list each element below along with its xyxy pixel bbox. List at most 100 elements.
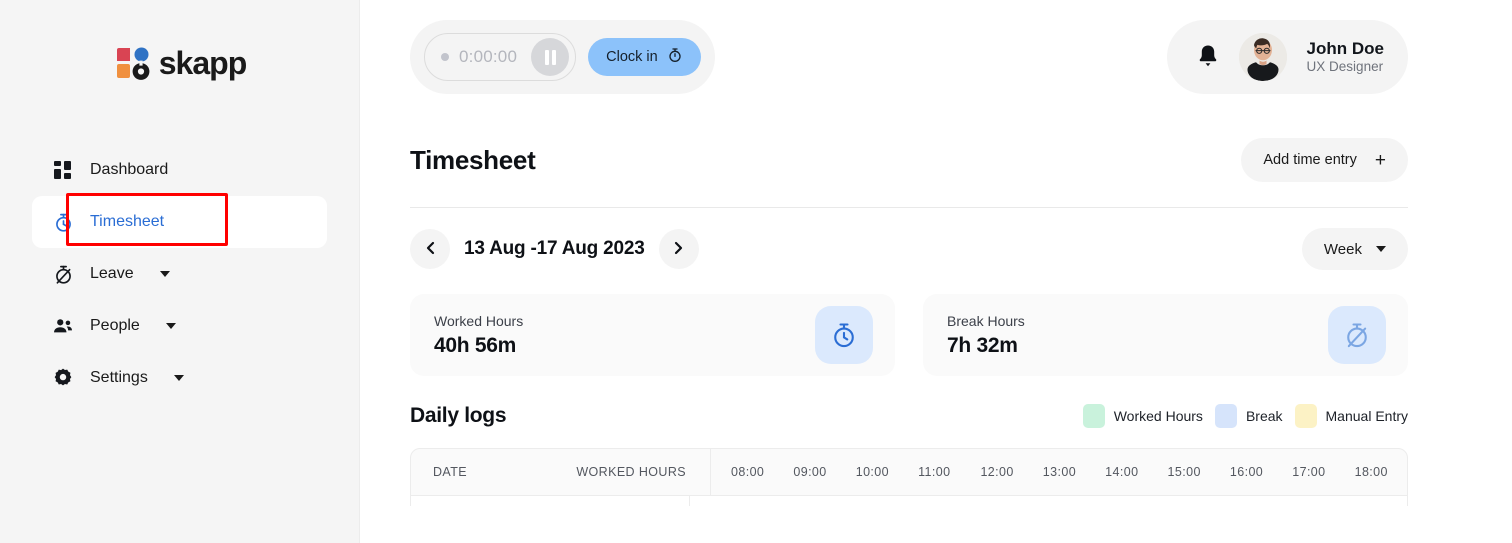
profile-text: John Doe UX Designer xyxy=(1307,38,1384,76)
chevron-down-icon[interactable] xyxy=(173,375,184,381)
sidebar-nav: Dashboard Timesheet Leave People Setting… xyxy=(0,144,359,404)
pause-icon xyxy=(544,49,549,65)
date-range-label: 13 Aug -17 Aug 2023 xyxy=(464,238,645,259)
chevron-down-icon[interactable] xyxy=(165,323,176,329)
grid-icon xyxy=(52,159,74,181)
stat-value: 7h 32m xyxy=(947,333,1018,357)
summary-cards: Worked Hours 40h 56m Break Hours 7h 32m xyxy=(360,294,1512,376)
app-root: skapp Dashboard Timesheet Leave People S… xyxy=(0,0,1512,543)
time-header: 10:00 xyxy=(855,465,889,479)
timer-value: 0:00:00 xyxy=(459,47,518,66)
legend-item-worked-hours: Worked Hours xyxy=(1082,404,1203,428)
brand-logo[interactable]: skapp xyxy=(0,0,359,82)
header-divider xyxy=(410,207,1408,208)
daily-logs-title: Daily logs xyxy=(410,404,507,427)
idle-dot-icon xyxy=(441,53,449,61)
clock-in-label: Clock in xyxy=(606,49,658,65)
clock-in-button[interactable]: Clock in xyxy=(588,38,701,76)
clock-in-widget: 0:00:00 Clock in xyxy=(410,20,715,94)
legend-swatch xyxy=(1294,404,1317,428)
sidebar-item-timesheet[interactable]: Timesheet xyxy=(32,196,327,248)
profile-widget: John Doe UX Designer xyxy=(1166,20,1408,94)
page-header: Timesheet Add time entry + xyxy=(360,138,1512,182)
time-header: 13:00 xyxy=(1042,465,1077,479)
pause-icon xyxy=(551,49,556,65)
sidebar-item-label: Settings xyxy=(90,369,148,386)
chevron-right-icon xyxy=(672,240,685,259)
sidebar: skapp Dashboard Timesheet Leave People S… xyxy=(0,0,360,543)
stat-label: Break Hours xyxy=(947,312,1025,329)
skapp-logo-icon xyxy=(113,44,151,82)
legend-item-break: Break xyxy=(1214,404,1283,428)
time-header: 17:00 xyxy=(1292,465,1326,479)
time-header: 12:00 xyxy=(980,465,1014,479)
table-body xyxy=(410,496,1408,506)
chevron-down-icon xyxy=(1376,246,1386,252)
period-select[interactable]: Week xyxy=(1301,228,1408,270)
main-content: 0:00:00 Clock in John Doe UX Designer Ti… xyxy=(360,0,1512,543)
period-select-value: Week xyxy=(1323,240,1362,258)
table-header-row: DATE WORKED HOURS 08:00 09:00 10:00 11:0… xyxy=(410,448,1408,496)
chevron-left-icon xyxy=(424,240,437,259)
sidebar-item-leave[interactable]: Leave xyxy=(32,248,327,300)
column-header-date: DATE xyxy=(433,465,468,479)
time-header: 14:00 xyxy=(1105,465,1139,479)
time-header: 16:00 xyxy=(1229,465,1264,479)
sidebar-item-settings[interactable]: Settings xyxy=(32,352,327,404)
sidebar-item-label: Leave xyxy=(90,265,134,282)
time-header: 18:00 xyxy=(1354,465,1388,479)
add-time-entry-button[interactable]: Add time entry + xyxy=(1241,138,1408,182)
stat-label: Worked Hours xyxy=(434,312,524,329)
page-title: Timesheet xyxy=(410,144,536,175)
date-navigation: 13 Aug -17 Aug 2023 Week xyxy=(360,228,1512,270)
legend-swatch xyxy=(1082,404,1105,428)
daily-logs-header: Daily logs Worked Hours Break Manual Ent… xyxy=(360,404,1512,428)
timer-display: 0:00:00 xyxy=(424,33,577,81)
worked-hours-text: Worked Hours 40h 56m xyxy=(434,313,523,358)
next-week-button[interactable] xyxy=(658,229,699,269)
worked-hours-card: Worked Hours 40h 56m xyxy=(410,294,895,376)
time-header: 11:00 xyxy=(918,465,951,479)
legend: Worked Hours Break Manual Entry xyxy=(1082,404,1408,428)
sidebar-item-dashboard[interactable]: Dashboard xyxy=(32,144,327,196)
stopwatch-icon xyxy=(667,47,683,67)
time-header: 15:00 xyxy=(1167,465,1201,479)
brand-name: skapp xyxy=(158,45,247,81)
notifications-button[interactable] xyxy=(1197,44,1219,71)
people-icon xyxy=(52,315,74,337)
date-nav-left: 13 Aug -17 Aug 2023 xyxy=(410,229,699,269)
time-header: 09:00 xyxy=(793,465,827,479)
stopwatch-icon xyxy=(815,306,873,364)
legend-label: Worked Hours xyxy=(1113,408,1203,424)
top-bar: 0:00:00 Clock in John Doe UX Designer xyxy=(360,0,1512,94)
sidebar-item-label: Timesheet xyxy=(90,213,165,230)
plus-icon: + xyxy=(1374,149,1386,171)
bell-icon xyxy=(1197,44,1219,71)
legend-item-manual-entry: Manual Entry xyxy=(1294,404,1408,428)
table-column-divider xyxy=(689,496,690,506)
chevron-down-icon[interactable] xyxy=(159,271,170,277)
profile-name: John Doe xyxy=(1306,38,1384,58)
stopwatch-icon xyxy=(52,211,74,233)
pause-button[interactable] xyxy=(531,38,570,76)
sidebar-item-label: Dashboard xyxy=(90,161,169,178)
avatar[interactable] xyxy=(1238,33,1287,81)
stopwatch-off-icon xyxy=(1328,306,1386,364)
sidebar-item-people[interactable]: People xyxy=(32,300,327,352)
stat-value: 40h 56m xyxy=(434,333,516,357)
sidebar-item-label: People xyxy=(90,317,140,334)
legend-label: Manual Entry xyxy=(1325,408,1408,424)
break-hours-text: Break Hours 7h 32m xyxy=(947,313,1025,358)
break-hours-card: Break Hours 7h 32m xyxy=(923,294,1408,376)
daily-logs-table: DATE WORKED HOURS 08:00 09:00 10:00 11:0… xyxy=(410,448,1408,506)
profile-role: UX Designer xyxy=(1306,59,1384,75)
stopwatch-off-icon xyxy=(52,263,74,285)
previous-week-button[interactable] xyxy=(410,229,450,269)
column-header-worked-hours: WORKED HOURS xyxy=(576,465,686,479)
legend-label: Break xyxy=(1245,408,1283,424)
legend-swatch xyxy=(1214,404,1237,428)
gear-icon xyxy=(52,367,74,389)
time-header: 08:00 xyxy=(731,465,765,479)
add-time-entry-label: Add time entry xyxy=(1263,152,1357,168)
time-axis-headers: 08:00 09:00 10:00 11:00 12:00 13:00 14:0… xyxy=(711,465,1407,479)
